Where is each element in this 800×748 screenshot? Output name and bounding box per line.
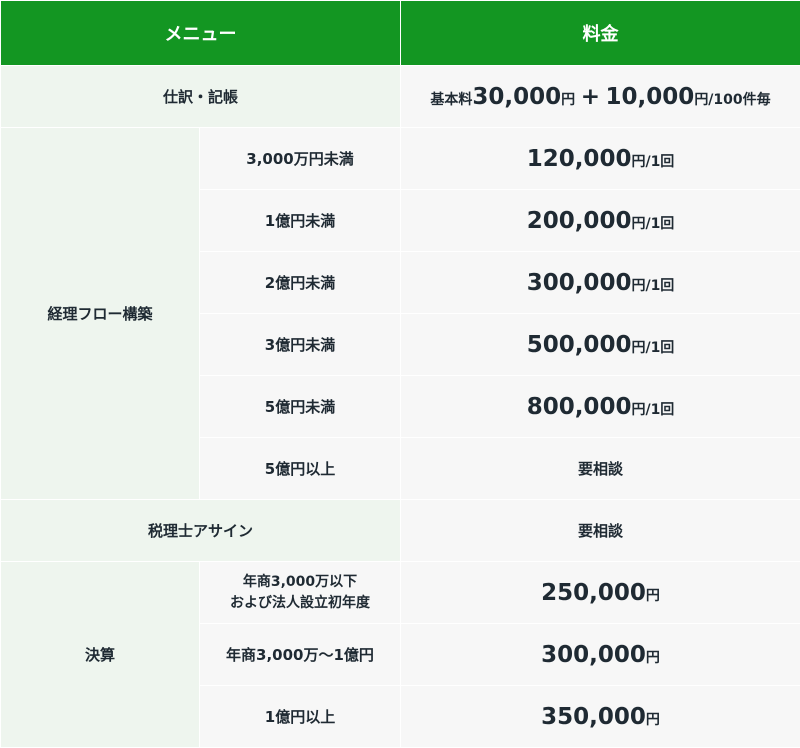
sub-settlement-2: 年商3,000万〜1億円 [200, 624, 401, 686]
price-flow-3: 300,000円/1回 [401, 252, 800, 314]
price-unit: 円/1回 [631, 154, 674, 170]
base-fee-label: 基本料 [430, 92, 472, 108]
menu-tax: 税理士アサイン [1, 500, 401, 562]
row-tax: 税理士アサイン 要相談 [1, 500, 800, 562]
sub-flow-2: 1億円未満 [200, 190, 401, 252]
sub-settlement-3: 1億円以上 [200, 686, 401, 748]
price-settlement-2: 300,000円 [401, 624, 800, 686]
menu-shiwake: 仕訳・記帳 [1, 66, 401, 128]
sub-flow-3: 2億円未満 [200, 252, 401, 314]
base-fee-amount: 30,000 [472, 84, 561, 110]
sub-line-2: および法人設立初年度 [200, 593, 400, 614]
price-amount: 350,000 [541, 704, 646, 730]
price-amount: 500,000 [527, 332, 632, 358]
price-flow-6: 要相談 [401, 438, 800, 500]
header-price: 料金 [401, 1, 800, 66]
price-amount: 120,000 [527, 146, 632, 172]
price-unit: 円 [646, 650, 660, 666]
row-shiwake: 仕訳・記帳 基本料30,000円 + 10,000円/100件毎 [1, 66, 800, 128]
price-amount: 250,000 [541, 580, 646, 606]
base-fee-yen: 円 [561, 92, 575, 108]
price-unit: 円 [646, 712, 660, 728]
sub-flow-4: 3億円未満 [200, 314, 401, 376]
sub-flow-6: 5億円以上 [200, 438, 401, 500]
price-amount: 800,000 [527, 394, 632, 420]
price-flow-5: 800,000円/1回 [401, 376, 800, 438]
price-amount: 200,000 [527, 208, 632, 234]
sub-line-1: 年商3,000万以下 [200, 572, 400, 593]
price-amount: 300,000 [527, 270, 632, 296]
sub-flow-5: 5億円未満 [200, 376, 401, 438]
price-amount: 300,000 [541, 642, 646, 668]
pricing-table: メニュー 料金 仕訳・記帳 基本料30,000円 + 10,000円/100件毎… [0, 0, 800, 748]
sub-flow-1: 3,000万円未満 [200, 128, 401, 190]
plus-sign: + [581, 84, 600, 110]
header-menu: メニュー [1, 1, 401, 66]
price-shiwake: 基本料30,000円 + 10,000円/100件毎 [401, 66, 800, 128]
row-flow-1: 経理フロー構築 3,000万円未満 120,000円/1回 [1, 128, 800, 190]
price-unit: 円/1回 [631, 340, 674, 356]
price-settlement-3: 350,000円 [401, 686, 800, 748]
price-flow-4: 500,000円/1回 [401, 314, 800, 376]
row-settlement-1: 決算 年商3,000万以下 および法人設立初年度 250,000円 [1, 562, 800, 624]
price-unit: 円/1回 [631, 278, 674, 294]
sub-settlement-1: 年商3,000万以下 および法人設立初年度 [200, 562, 401, 624]
extra-fee-amount: 10,000 [606, 84, 695, 110]
price-tax: 要相談 [401, 500, 800, 562]
header-row: メニュー 料金 [1, 1, 800, 66]
extra-fee-unit: 円/100件毎 [694, 92, 770, 108]
menu-settlement: 決算 [1, 562, 200, 748]
menu-flow: 経理フロー構築 [1, 128, 200, 500]
price-settlement-1: 250,000円 [401, 562, 800, 624]
price-unit: 円/1回 [631, 402, 674, 418]
price-unit: 円/1回 [631, 216, 674, 232]
price-flow-2: 200,000円/1回 [401, 190, 800, 252]
price-unit: 円 [646, 588, 660, 604]
price-flow-1: 120,000円/1回 [401, 128, 800, 190]
